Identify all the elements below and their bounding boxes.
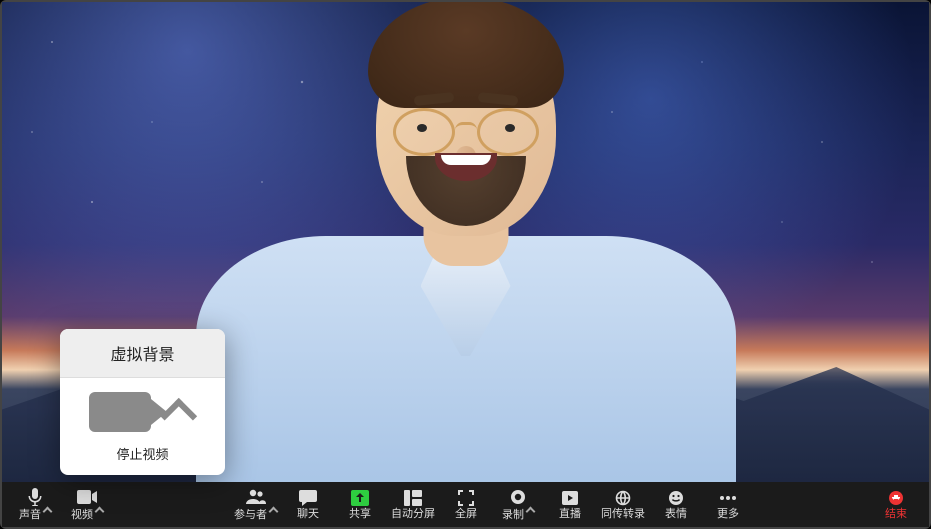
auto-split-button[interactable]: 自动分屏 [387,482,439,527]
more-label: 更多 [717,509,739,520]
live-button[interactable]: 直播 [545,482,595,527]
record-icon [510,488,526,506]
video-label: 视频 [71,509,93,521]
stop-video-label: 停止视频 [116,447,168,462]
participant-video [186,16,746,486]
interpretation-icon [614,489,632,507]
interpretation-button[interactable]: 同传转录 [597,482,649,527]
fullscreen-icon [458,489,474,507]
camera-icon [89,392,151,432]
toolbar-center-group: 参与者 聊天 共享 自动分屏 全屏 [230,482,753,527]
share-label: 共享 [349,509,371,520]
chat-label: 聊天 [297,509,319,520]
fullscreen-button[interactable]: 全屏 [441,482,491,527]
share-button[interactable]: 共享 [335,482,385,527]
fullscreen-label: 全屏 [455,509,477,520]
video-button[interactable]: 视频 [62,482,112,527]
live-icon [561,489,579,507]
share-icon [351,489,369,507]
end-icon [888,489,904,507]
reactions-icon [668,489,684,507]
more-button[interactable]: 更多 [703,482,753,527]
toolbar-left-group: 声音 视频 [10,482,112,527]
record-label: 录制 [502,509,524,521]
camera-icon [77,488,97,506]
audio-button[interactable]: 声音 [10,482,60,527]
participants-label: 参与者 [234,509,267,521]
virtual-background-button[interactable]: 虚拟背景 [60,329,225,378]
chevron-up-icon [526,507,536,517]
auto-split-label: 自动分屏 [391,509,435,520]
end-button[interactable]: 结束 [871,482,921,527]
reactions-button[interactable]: 表情 [651,482,701,527]
split-screen-icon [404,489,422,507]
chat-icon [299,489,317,507]
mic-icon [27,488,43,506]
reactions-label: 表情 [665,509,687,520]
participants-button[interactable]: 参与者 [230,482,281,527]
live-label: 直播 [559,509,581,520]
audio-label: 声音 [19,509,41,521]
chevron-up-icon [269,507,279,517]
chevron-up-icon [95,507,105,517]
stop-video-row[interactable] [60,378,225,438]
record-button[interactable]: 录制 [493,482,543,527]
video-options-popup: 虚拟背景 停止视频 [60,329,225,475]
more-icon [719,489,737,507]
participants-icon [246,488,266,506]
end-label: 结束 [885,509,907,520]
virtual-background-label: 虚拟背景 [110,347,174,364]
chat-button[interactable]: 聊天 [283,482,333,527]
meeting-toolbar: 声音 视频 参与者 聊天 共享 [2,482,929,527]
chevron-up-icon [43,507,53,517]
interpretation-label: 同传转录 [601,509,645,520]
